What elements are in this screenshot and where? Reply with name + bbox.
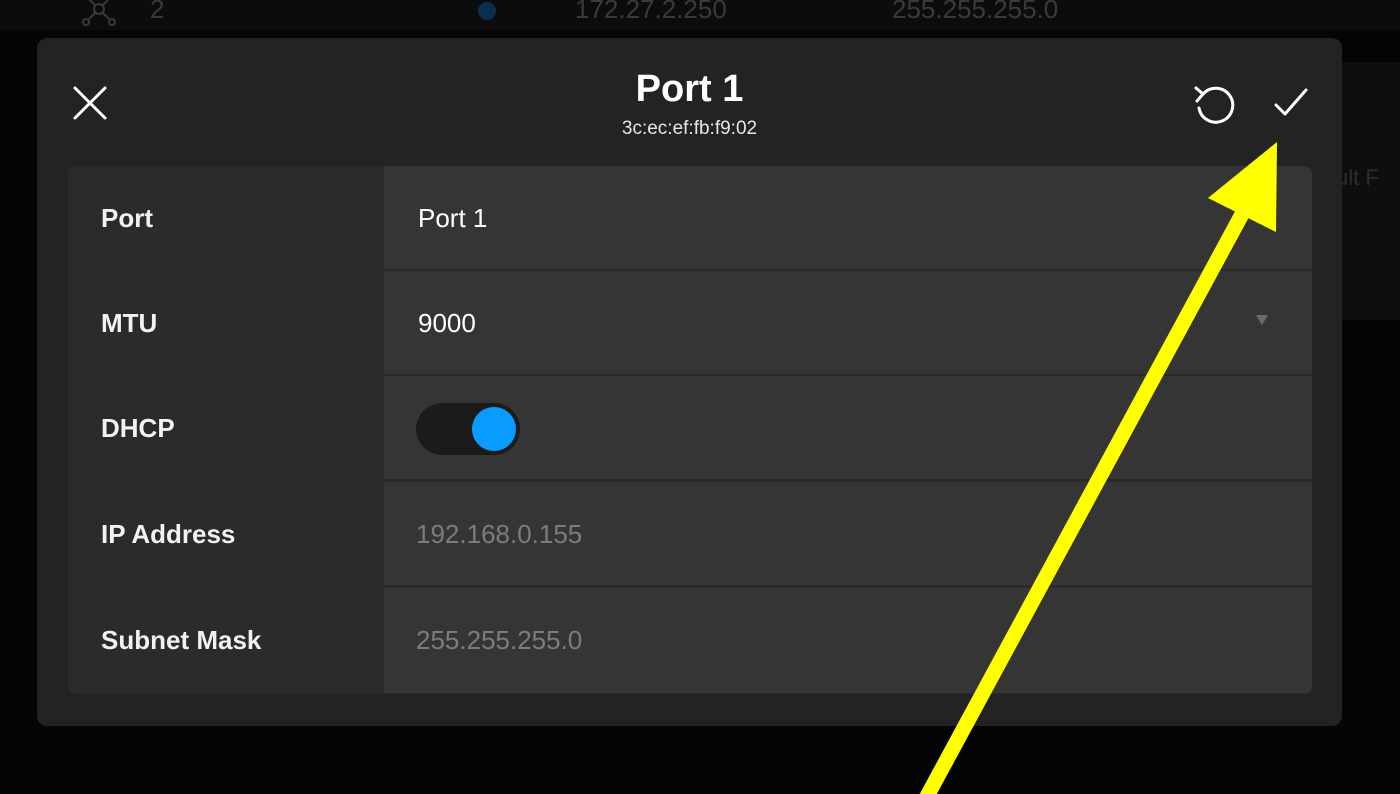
network-icon (82, 0, 116, 26)
mtu-select[interactable]: 9000 (384, 271, 1312, 376)
subnet-mask-field[interactable]: 255.255.255.0 (384, 588, 1312, 693)
background-side-text: ult F (1336, 165, 1379, 190)
dhcp-toggle[interactable] (416, 403, 520, 455)
refresh-icon (1194, 86, 1235, 124)
dhcp-cell (384, 376, 1312, 481)
mtu-value: 9000 (418, 308, 476, 338)
background-row-index: 2 (150, 0, 165, 24)
mac-address: 3c:ec:ef:fb:f9:02 (621, 118, 758, 139)
row-divider (384, 479, 1312, 481)
port-settings-dialog: Port 1 3c:ec:ef:fb:f9:02 Port Port 1 MTU… (37, 38, 1342, 726)
port-row: Port Port 1 (68, 166, 1312, 271)
subnet-mask-label: Subnet Mask (68, 588, 384, 693)
background-row-ip: 172.27.2.250 (575, 0, 727, 24)
dhcp-row: DHCP (68, 376, 1312, 481)
dhcp-label: DHCP (68, 376, 384, 481)
status-dot (478, 2, 496, 20)
checkmark-icon (1274, 88, 1308, 116)
ip-address-label: IP Address (68, 482, 384, 587)
confirm-button[interactable] (1270, 82, 1312, 124)
port-name-input[interactable]: Port 1 (384, 166, 1312, 271)
background-table-row: 2 172.27.2.250 255.255.255.0 (0, 0, 1400, 30)
ip-address-field[interactable]: 192.168.0.155 (384, 482, 1312, 587)
row-divider (384, 585, 1312, 587)
mtu-row: MTU 9000 (68, 271, 1312, 376)
mtu-label: MTU (68, 271, 384, 376)
reset-button[interactable] (1191, 80, 1239, 128)
background-side-panel (1342, 62, 1400, 320)
background-row-mask: 255.255.255.0 (892, 0, 1059, 24)
toggle-knob (472, 407, 516, 451)
port-settings-form: Port Port 1 MTU 9000 DHCP IP Address 192… (68, 166, 1312, 694)
port-label: Port (68, 166, 384, 271)
dialog-title: Port 1 (635, 68, 744, 110)
subnet-mask-row: Subnet Mask 255.255.255.0 (68, 588, 1312, 693)
ip-address-row: IP Address 192.168.0.155 (68, 482, 1312, 587)
chevron-down-icon (1256, 315, 1268, 325)
